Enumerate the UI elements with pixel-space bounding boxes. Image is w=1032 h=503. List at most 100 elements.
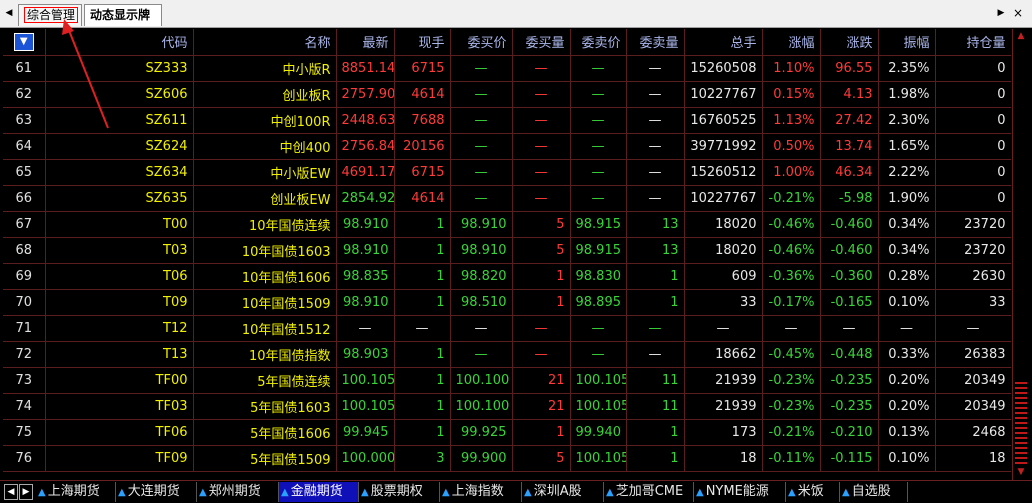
row-index: 72 <box>3 341 46 368</box>
amplitude: — <box>878 315 936 342</box>
table-row[interactable]: 75 TF06 5年国债1606 99.945 1 99.925 1 99.940 1 173 -0… <box>3 419 1011 446</box>
table-row[interactable]: 70 T09 10年国债1509 98.910 1 98.510 1 98.895 1 33 -0.… <box>3 289 1011 316</box>
tab-dynamic-board[interactable]: 动态显示牌 <box>84 4 162 26</box>
table-row[interactable]: 72 T13 10年国债指数 98.903 1— — — —18662 -0.45% -0.448… <box>3 341 1011 368</box>
open-interest: 20349 <box>935 393 1011 420</box>
table-row[interactable]: 62 SZ606 创业板R 2757.90 4614— — — —10227767 0.15% 4… <box>3 81 1011 108</box>
column-header[interactable]: 委卖量 <box>626 29 685 56</box>
table-row[interactable]: 69 T06 10年国债1606 98.835 1 98.820 1 98.830 1 609 -0… <box>3 263 1011 290</box>
market-tab-chicago-cme[interactable]: ▲ 芝加哥CME <box>604 482 694 502</box>
table-row[interactable]: 67 T00 10年国债连续 98.910 1 98.910 5 98.915 13 18020-… <box>3 211 1011 238</box>
triangle-up-icon: ▲ <box>361 487 369 498</box>
column-header[interactable]: 总手 <box>684 29 763 56</box>
symbol-code: T03 <box>45 237 194 264</box>
last-price: 98.903 <box>336 341 395 368</box>
market-tab-shenzhen-a[interactable]: ▲ 深圳A股 <box>522 482 604 502</box>
symbol-name: 10年国债连续 <box>193 211 337 238</box>
table-row[interactable]: 64 SZ624 中创400 2756.84 20156— — — —39771992 0.50… <box>3 133 1011 160</box>
total-volume: 609 <box>684 263 763 290</box>
table-row[interactable]: 63 SZ611 中创100R 2448.63 7688— — — —16760525 1.13… <box>3 107 1011 134</box>
symbol-code: T06 <box>45 263 194 290</box>
column-header[interactable]: 现手 <box>394 29 451 56</box>
symbol-name: 中小版R <box>193 55 337 82</box>
column-header[interactable]: 委买量 <box>512 29 571 56</box>
vertical-scrollbar[interactable]: ▲ ▼ <box>1012 29 1029 480</box>
market-tab-financial-futures[interactable]: ▲ 金融期货 <box>279 482 359 502</box>
last-price: 2756.84 <box>336 133 395 160</box>
scroll-up-icon[interactable]: ▲ <box>1013 29 1029 43</box>
market-tab-label: 米饭 <box>797 484 824 499</box>
symbol-code: T12 <box>45 315 194 342</box>
ask-price: — <box>570 315 627 342</box>
column-menu-button[interactable]: ▼ <box>3 29 46 56</box>
market-tab-stock-options[interactable]: ▲ 股票期权 <box>359 482 440 502</box>
column-header[interactable]: 代码 <box>45 29 194 56</box>
scrollbar-thumb[interactable] <box>1015 379 1027 465</box>
column-header[interactable]: 委卖价 <box>570 29 627 56</box>
ask-price: 100.105 <box>570 445 627 472</box>
triangle-up-icon: ▲ <box>281 487 289 498</box>
change-amount: -0.360 <box>820 263 879 290</box>
table-row[interactable]: 71 T12 10年国债1512— — — — — — — — — — — <box>3 315 1011 342</box>
ask-price: 98.895 <box>570 289 627 316</box>
bid-volume: — <box>512 185 571 212</box>
current-volume: 1 <box>394 341 451 368</box>
market-tab-nyme-energy[interactable]: ▲ NYME能源 <box>694 482 786 502</box>
amplitude: 2.22% <box>878 159 936 186</box>
column-header[interactable]: 涨幅 <box>762 29 821 56</box>
bid-volume: — <box>512 159 571 186</box>
tab-comprehensive-management[interactable]: 综合管理 <box>18 4 82 26</box>
dropdown-icon[interactable]: ▼ <box>13 32 34 51</box>
triangle-right-icon[interactable]: ▶ <box>995 5 1007 21</box>
tab-label: 综合管理 <box>24 7 79 23</box>
row-index: 73 <box>3 367 46 394</box>
row-index: 71 <box>3 315 46 342</box>
change-amount: -0.460 <box>820 211 879 238</box>
row-index: 65 <box>3 159 46 186</box>
column-header[interactable]: 涨跌 <box>820 29 879 56</box>
total-volume: 33 <box>684 289 763 316</box>
column-header[interactable]: 名称 <box>193 29 337 56</box>
open-interest: 0 <box>935 159 1011 186</box>
last-price: 99.945 <box>336 419 395 446</box>
table-row[interactable]: 74 TF03 5年国债1603 100.105 1 100.100 21 100.105 11… <box>3 393 1011 420</box>
last-price: 2757.90 <box>336 81 395 108</box>
market-tab-shanghai-futures[interactable]: ▲ 上海期货 <box>36 482 116 502</box>
change-percent: 1.13% <box>762 107 821 134</box>
market-tab-mifan[interactable]: ▲ 米饭 <box>786 482 840 502</box>
total-volume: 15260508 <box>684 55 763 82</box>
triangle-left-icon[interactable]: ◀ <box>4 484 18 500</box>
symbol-name: 中创400 <box>193 133 337 160</box>
ask-volume: 11 <box>626 367 685 394</box>
table-row[interactable]: 68 T03 10年国债1603 98.910 1 98.910 5 98.915 13 1802… <box>3 237 1011 264</box>
triangle-right-icon[interactable]: ▶ <box>19 484 33 500</box>
column-header[interactable]: 委买价 <box>450 29 513 56</box>
triangle-left-icon[interactable]: ◀ <box>3 5 15 21</box>
amplitude: 0.34% <box>878 211 936 238</box>
change-amount: — <box>820 315 879 342</box>
market-tab-watchlist[interactable]: ▲ 自选股 <box>840 482 908 502</box>
market-tab-shanghai-index[interactable]: ▲ 上海指数 <box>440 482 522 502</box>
symbol-name: 中小版EW <box>193 159 337 186</box>
current-volume: 3 <box>394 445 451 472</box>
market-tab-zhengzhou-futures[interactable]: ▲ 郑州期货 <box>197 482 279 502</box>
table-row[interactable]: 73 TF00 5年国债连续 100.105 1 100.100 21 100.105 11 21… <box>3 367 1011 394</box>
triangle-up-icon: ▲ <box>118 487 126 498</box>
table-row[interactable]: 76 TF09 5年国债1509 100.000 3 99.900 5 100.105 1 18-… <box>3 445 1011 472</box>
table-row[interactable]: 66 SZ635 创业板EW 2854.92 4614— — — —10227767 -0.21… <box>3 185 1011 212</box>
column-header[interactable]: 持仓量 <box>935 29 1011 56</box>
table-row[interactable]: 61 SZ333 中小版R 8851.14 6715— — — —15260508 1.10% 9… <box>3 55 1011 82</box>
close-icon[interactable]: × <box>1012 5 1024 21</box>
column-header[interactable]: 最新 <box>336 29 395 56</box>
market-tab-label: 自选股 <box>851 484 891 499</box>
ask-volume: — <box>626 159 685 186</box>
change-percent: 1.10% <box>762 55 821 82</box>
market-tab-dalian-futures[interactable]: ▲ 大连期货 <box>116 482 197 502</box>
last-price: 2854.92 <box>336 185 395 212</box>
scroll-down-icon[interactable]: ▼ <box>1013 465 1029 479</box>
current-volume: 1 <box>394 393 451 420</box>
bid-volume: 1 <box>512 263 571 290</box>
bid-price: 98.820 <box>450 263 513 290</box>
table-row[interactable]: 65 SZ634 中小版EW 4691.17 6715— — — —15260512 1.00%… <box>3 159 1011 186</box>
column-header[interactable]: 振幅 <box>878 29 936 56</box>
